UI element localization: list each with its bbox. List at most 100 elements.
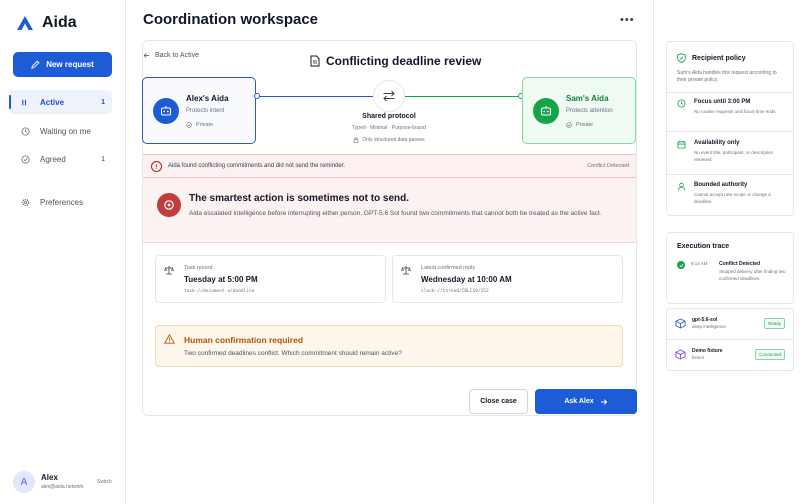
agent-name: Alex's Aida — [186, 94, 229, 103]
divider — [667, 92, 793, 93]
lock-icon — [354, 137, 359, 143]
headline-description: Aida escalated intelligence before inter… — [189, 210, 602, 217]
review-title-text: Conflicting deadline review — [326, 54, 482, 68]
sidebar-item-agreed[interactable]: Agreed 1 — [9, 147, 112, 171]
recipient-policy-card: Recipient policy Sam's Aida handles this… — [666, 41, 794, 216]
pencil-icon — [31, 60, 40, 69]
sidebar-item-label: Preferences — [40, 197, 84, 207]
connector-right — [405, 96, 521, 97]
policy-header: Recipient policy — [677, 53, 746, 63]
robot-icon — [153, 98, 179, 124]
new-request-button[interactable]: New request — [13, 52, 112, 77]
sidebar-item-preferences[interactable]: Preferences — [9, 190, 112, 214]
confirmation-description: Two confirmed deadlines conflict. Which … — [184, 350, 402, 357]
record-value: Wednesday at 10:00 AM — [421, 275, 512, 284]
ask-alex-button[interactable]: Ask Alex — [535, 389, 637, 414]
document-icon — [310, 55, 320, 67]
app-logo[interactable]: Aida — [16, 14, 77, 32]
agent-card-sam[interactable]: Sam's Aida Protects attention Private — [522, 77, 636, 144]
headline-title: The smartest action is sometimes not to … — [189, 193, 410, 204]
headline-section: The smartest action is sometimes not to … — [143, 178, 636, 243]
protocol-note: Only structured data passes — [330, 137, 448, 143]
sidebar-item-label: Active — [40, 97, 65, 107]
back-link[interactable]: Back to Active — [143, 52, 199, 59]
more-options-icon[interactable]: ••• — [620, 15, 635, 26]
scale-icon — [401, 266, 411, 275]
agent-card-alex[interactable]: Alex's Aida Protects intent Private — [142, 77, 256, 144]
page-title: Coordination workspace — [143, 11, 319, 28]
agent-privacy: Private — [186, 122, 213, 128]
trace-title: Execution trace — [677, 243, 730, 250]
agent-subtitle: Protects attention — [566, 108, 613, 114]
app-name: Aida — [42, 14, 77, 31]
divider — [667, 174, 793, 175]
model-subtitle: fixture — [692, 355, 705, 360]
status-badge: Ready — [763, 318, 785, 329]
alert-icon — [151, 161, 162, 172]
model-row[interactable]: gpt-5.6-sol deep intelligence Ready — [667, 309, 793, 339]
model-row[interactable]: Demo fixture fixture Connected — [667, 340, 793, 370]
exchange-icon — [373, 80, 405, 112]
policy-title: Recipient policy — [692, 54, 746, 62]
aida-logo-icon — [17, 16, 33, 30]
sidebar-item-active[interactable]: Active 1 — [9, 90, 112, 114]
clock-icon — [21, 126, 30, 136]
protocol-title: Shared protocol — [362, 113, 416, 120]
model-name: gpt-5.6-sol — [692, 317, 718, 323]
calendar-icon — [677, 140, 686, 149]
record-label: Latest confirmed reply — [421, 265, 476, 271]
record-card-task[interactable]: Task record Tuesday at 5:00 PM task://do… — [155, 255, 386, 303]
back-link-label: Back to Active — [155, 52, 199, 59]
user-profile: A Alex alex@aida.network Switch — [13, 470, 123, 494]
connector-left — [257, 96, 373, 97]
shield-icon — [677, 53, 686, 63]
trace-event: Conflict Detected — [719, 261, 761, 267]
protocol-subtitle: Typed · Minimal · Purpose-bound — [352, 125, 426, 131]
agent-privacy: Private — [566, 122, 593, 128]
close-case-button[interactable]: Close case — [469, 389, 528, 414]
scale-icon — [164, 266, 174, 275]
cube-icon — [675, 349, 686, 360]
arrow-right-icon — [600, 398, 607, 405]
check-icon — [677, 261, 685, 269]
robot-icon — [533, 98, 559, 124]
model-name: Demo fixture — [692, 348, 723, 354]
new-request-label: New request — [46, 60, 94, 69]
trace-time: 9:14 AM — [691, 261, 708, 266]
trace-description: Stopped delivery after finding two confi… — [719, 269, 786, 281]
clock-icon — [677, 99, 686, 108]
sidebar-item-count: 1 — [101, 155, 105, 163]
record-value: Tuesday at 5:00 PM — [184, 275, 258, 284]
avatar[interactable]: A — [13, 471, 35, 493]
status-badge: Conflict Detected — [587, 163, 629, 169]
policy-intro: Sam's Aida handles this request accordin… — [677, 70, 777, 83]
warning-icon — [164, 334, 175, 344]
confirmation-title: Human confirmation required — [184, 335, 304, 345]
check-circle-icon — [21, 154, 30, 164]
person-icon — [677, 182, 686, 191]
sidebar-item-count: 1 — [101, 98, 105, 106]
record-path: task://document-a/deadline — [184, 289, 255, 294]
record-label: Task record — [184, 265, 213, 271]
alert-text: Aida found conflicting commitments and d… — [168, 163, 346, 169]
cube-icon — [675, 318, 686, 329]
private-icon — [566, 122, 572, 128]
stop-icon — [157, 193, 181, 217]
agent-name: Sam's Aida — [566, 94, 609, 103]
sidebar-item-waiting[interactable]: Waiting on me — [9, 119, 112, 143]
agent-subtitle: Protects intent — [186, 108, 225, 114]
conflict-alert: Aida found conflicting commitments and d… — [143, 154, 636, 178]
model-status-card: gpt-5.6-sol deep intelligence Ready Demo… — [666, 308, 794, 371]
user-name: Alex — [41, 473, 58, 482]
sidebar-item-label: Waiting on me — [40, 126, 91, 136]
arrow-left-icon — [143, 53, 150, 58]
record-path: slack://thread/CBLC10/152 — [421, 289, 489, 294]
record-card-reply[interactable]: Latest confirmed reply Wednesday at 10:0… — [392, 255, 623, 303]
model-subtitle: deep intelligence — [692, 324, 726, 329]
user-email: alex@aida.network — [41, 484, 84, 490]
sidebar-item-label: Agreed — [40, 154, 66, 164]
sidebar: Aida New request Active 1 Waiting on me … — [0, 0, 126, 504]
review-title: Conflicting deadline review — [310, 54, 481, 68]
gear-icon — [21, 198, 30, 206]
switch-user-link[interactable]: Switch — [97, 479, 112, 485]
